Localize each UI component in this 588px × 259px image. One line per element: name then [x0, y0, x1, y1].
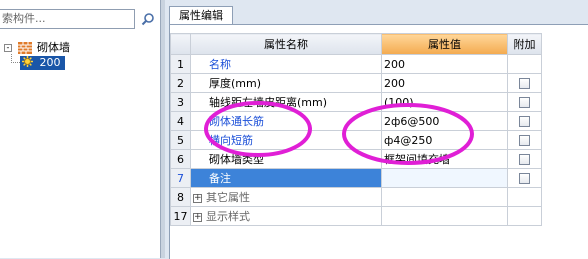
tree-child-label: 200: [39, 56, 61, 69]
extra-cell: [507, 54, 542, 74]
gear-icon: [22, 56, 33, 67]
property-value[interactable]: 2ф6@500: [381, 111, 508, 131]
tree-root-label: 砌体墙: [37, 41, 70, 54]
checkbox-icon[interactable]: [519, 116, 530, 127]
property-name-label: 其它属性: [206, 191, 250, 204]
property-value[interactable]: 200: [381, 54, 508, 74]
checkbox-icon[interactable]: [519, 97, 530, 108]
property-name-label: 备注: [209, 172, 231, 185]
collapse-icon[interactable]: -: [4, 44, 12, 52]
table-row[interactable]: 6 砌体墙类型 框架间填充墙: [170, 149, 542, 169]
property-name-label: 砌体墙类型: [209, 153, 264, 166]
tree-connector: [11, 54, 20, 63]
checkbox-icon[interactable]: [519, 135, 530, 146]
table-row[interactable]: 2 厚度(mm) 200: [170, 73, 542, 93]
property-name-label: 砌体通长筋: [209, 115, 264, 128]
tab-property-edit[interactable]: 属性编辑: [169, 6, 233, 25]
checkbox-icon[interactable]: [519, 173, 530, 184]
property-grid: 属性名称 属性值 附加 1 名称 200 2 厚度(mm) 200 3 轴线距左墙皮距离(mm…: [169, 24, 588, 259]
property-value[interactable]: [381, 187, 508, 207]
row-number: 4: [170, 111, 191, 131]
property-value[interactable]: 200: [381, 73, 508, 93]
property-name: 轴线距左墙皮距离(mm): [190, 92, 382, 112]
component-tree-panel: 索构件... - 砌体墙 200: [0, 0, 161, 258]
col-header-num: [170, 33, 191, 55]
extra-cell: [507, 92, 542, 112]
property-value[interactable]: [381, 168, 508, 188]
property-name: 厚度(mm): [190, 73, 382, 93]
table-row[interactable]: 4 砌体通长筋 2ф6@500: [170, 111, 542, 131]
expand-plus-icon[interactable]: +: [193, 212, 202, 222]
extra-cell: [507, 130, 542, 150]
table-row[interactable]: 17 + 显示样式: [170, 206, 542, 226]
row-number: 6: [170, 149, 191, 169]
tree-item-200[interactable]: 200: [20, 55, 65, 71]
row-number: 5: [170, 130, 191, 150]
property-name[interactable]: + 显示样式: [190, 206, 382, 226]
col-header-name[interactable]: 属性名称: [190, 33, 382, 55]
property-name-label: 轴线距左墙皮距离(mm): [209, 96, 328, 109]
row-number: 7: [170, 168, 191, 188]
property-value[interactable]: 框架间填充墙: [381, 149, 508, 169]
extra-cell: [507, 111, 542, 131]
property-name-label: 横向短筋: [209, 134, 253, 147]
search-button[interactable]: [138, 9, 158, 29]
property-name[interactable]: + 其它属性: [190, 187, 382, 207]
extra-cell: [507, 73, 542, 93]
table-row[interactable]: 5 横向短筋 ф4@250: [170, 130, 542, 150]
property-name-label: 显示样式: [206, 210, 250, 223]
row-number: 17: [170, 206, 191, 226]
property-name: 砌体通长筋: [190, 111, 382, 131]
expand-plus-icon[interactable]: +: [193, 193, 202, 203]
checkbox-icon[interactable]: [519, 78, 530, 89]
property-name: 名称: [190, 54, 382, 74]
property-value[interactable]: [381, 206, 508, 226]
wall-icon: [17, 42, 32, 54]
extra-cell: [507, 149, 542, 169]
property-name-label: 厚度(mm): [209, 77, 262, 90]
row-number: 3: [170, 92, 191, 112]
property-name: 砌体墙类型: [190, 149, 382, 169]
property-name: 备注: [190, 168, 382, 188]
property-name: 横向短筋: [190, 130, 382, 150]
row-number: 8: [170, 187, 191, 207]
col-header-value[interactable]: 属性值: [381, 33, 508, 55]
table-row[interactable]: 7 备注: [170, 168, 542, 188]
table-row[interactable]: 1 名称 200: [170, 54, 542, 74]
row-number: 1: [170, 54, 191, 74]
tree-item-selected[interactable]: 200: [20, 56, 65, 70]
property-panel: 属性编辑 属性名称 属性值 附加 1 名称 200 2 厚度(mm) 200 3 轴线距左墙皮…: [165, 0, 588, 259]
header-row: 属性名称 属性值 附加: [170, 33, 542, 55]
property-value[interactable]: ф4@250: [381, 130, 508, 150]
row-number: 2: [170, 73, 191, 93]
extra-cell: [507, 206, 542, 226]
property-value[interactable]: (100): [381, 92, 508, 112]
col-header-extra[interactable]: 附加: [507, 33, 542, 55]
property-table: 属性名称 属性值 附加 1 名称 200 2 厚度(mm) 200 3 轴线距左墙皮距离(mm…: [170, 33, 542, 226]
table-row[interactable]: 8 + 其它属性: [170, 187, 542, 207]
search-input[interactable]: 索构件...: [0, 9, 135, 29]
checkbox-icon[interactable]: [519, 154, 530, 165]
extra-cell: [507, 168, 542, 188]
table-row[interactable]: 3 轴线距左墙皮距离(mm) (100): [170, 92, 542, 112]
property-name-label: 名称: [209, 58, 231, 71]
search-icon: [141, 13, 154, 26]
extra-cell: [507, 187, 542, 207]
